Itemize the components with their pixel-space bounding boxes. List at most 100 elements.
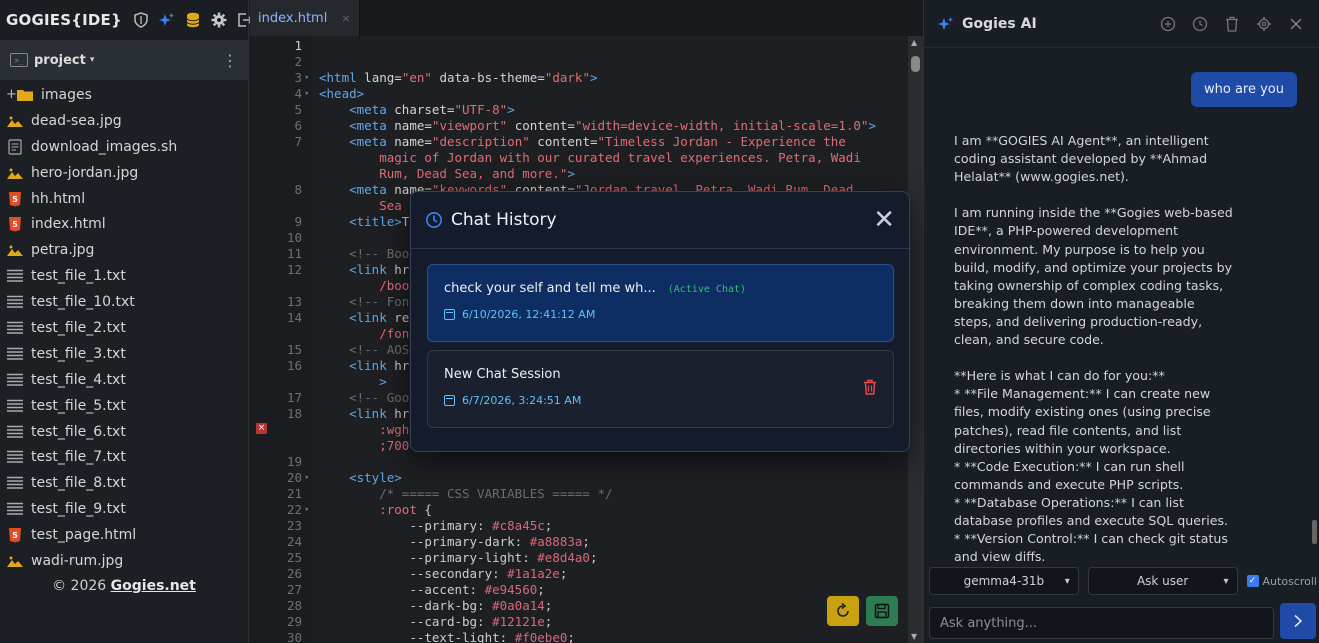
chat-scrollbar-thumb[interactable] bbox=[1312, 520, 1317, 544]
text-file-icon bbox=[6, 398, 24, 414]
script-file-icon bbox=[6, 139, 24, 155]
line-number: 12 bbox=[286, 262, 302, 277]
code-text: <!-- AOS bbox=[349, 342, 410, 357]
code-text: --accent: #e94560; bbox=[409, 582, 545, 597]
refresh-icon bbox=[837, 603, 849, 617]
file-item[interactable]: test_file_2.txt bbox=[0, 315, 248, 341]
trash-icon[interactable] bbox=[863, 379, 877, 399]
gear-icon[interactable] bbox=[1255, 15, 1273, 33]
file-name: hero-jordan.jpg bbox=[31, 164, 139, 181]
code-text: <link hr bbox=[349, 262, 410, 277]
calendar-icon bbox=[444, 309, 455, 320]
gogies-link[interactable]: Gogies.net bbox=[111, 578, 196, 594]
code-line: 6 <meta name="viewport" content="width=d… bbox=[250, 118, 908, 134]
new-chat-icon[interactable] bbox=[1159, 15, 1177, 33]
code-text: /fon bbox=[379, 326, 410, 341]
line-number: 10 bbox=[286, 230, 302, 245]
send-button[interactable] bbox=[1280, 603, 1316, 639]
fold-toggle-icon[interactable]: ▾ bbox=[304, 70, 309, 86]
autoscroll-toggle[interactable]: ✓ Autoscroll bbox=[1246, 574, 1317, 588]
file-item[interactable]: download_images.sh bbox=[0, 134, 248, 160]
mode-select[interactable]: Ask user ▾ bbox=[1087, 567, 1238, 595]
code-line: 21 /* ===== CSS VARIABLES ===== */ bbox=[250, 486, 908, 502]
folder-item[interactable]: + images bbox=[0, 82, 248, 108]
copyright-text: © 2026 bbox=[52, 577, 111, 594]
floppy-icon bbox=[874, 603, 890, 619]
file-item[interactable]: petra.jpg bbox=[0, 237, 248, 263]
code-text: --primary-dark: #a8883a; bbox=[409, 534, 590, 549]
shield-icon[interactable] bbox=[132, 11, 150, 29]
line-number: 24 bbox=[286, 534, 302, 549]
file-item[interactable]: test_file_6.txt bbox=[0, 419, 248, 445]
file-item[interactable]: hero-jordan.jpg bbox=[0, 160, 248, 186]
tab-close-icon[interactable]: × bbox=[341, 12, 350, 25]
gear-icon[interactable] bbox=[210, 11, 228, 29]
scrollbar-thumb[interactable] bbox=[911, 56, 920, 72]
file-item[interactable]: test_file_1.txt bbox=[0, 263, 248, 289]
code-text: <link hr bbox=[349, 358, 410, 373]
database-icon[interactable] bbox=[184, 11, 202, 29]
file-name: hh.html bbox=[31, 190, 86, 207]
ai-title: Gogies AI bbox=[962, 15, 1037, 32]
ai-prompt-input[interactable]: Ask anything... bbox=[929, 607, 1274, 639]
modal-close-button[interactable]: ✕ bbox=[873, 207, 895, 233]
line-number: 20 bbox=[286, 470, 302, 485]
code-line: 3 ▾ <html lang="en" data-bs-theme="dark"> bbox=[250, 70, 908, 86]
model-select[interactable]: gemma4-31b ▾ bbox=[929, 567, 1079, 595]
code-text: <meta name="viewport" content="width=dev… bbox=[349, 118, 876, 133]
reload-button[interactable] bbox=[827, 596, 859, 626]
fold-toggle-icon[interactable]: ▾ bbox=[304, 470, 309, 486]
history-item-active[interactable]: check your self and tell me wh... (Active… bbox=[427, 264, 894, 342]
file-item[interactable]: test_file_7.txt bbox=[0, 444, 248, 470]
code-line: 29 --card-bg: #12121e; bbox=[250, 614, 908, 630]
file-name: test_file_7.txt bbox=[31, 449, 126, 466]
code-text: ;700 bbox=[379, 438, 410, 453]
mode-value: Ask user bbox=[1136, 574, 1189, 588]
fold-toggle-icon[interactable]: ▾ bbox=[304, 86, 309, 102]
save-button[interactable] bbox=[866, 596, 898, 626]
history-icon[interactable] bbox=[1191, 15, 1209, 33]
file-name: test_file_5.txt bbox=[31, 397, 126, 414]
scroll-down-icon[interactable]: ▼ bbox=[911, 632, 917, 641]
file-item[interactable]: test_file_8.txt bbox=[0, 470, 248, 496]
fold-toggle-icon[interactable]: ▾ bbox=[304, 502, 309, 518]
tab-index-html[interactable]: index.html × bbox=[250, 0, 360, 36]
file-item[interactable]: test_file_3.txt bbox=[0, 341, 248, 367]
code-text: <!-- Boo bbox=[349, 246, 410, 261]
file-name: images bbox=[41, 86, 92, 103]
code-text: <meta name="description" content="Timele… bbox=[349, 134, 846, 149]
file-item[interactable]: 5 hh.html bbox=[0, 186, 248, 212]
code-line: 20 ▾ <style> bbox=[250, 470, 908, 486]
line-number: 19 bbox=[286, 454, 302, 469]
history-item[interactable]: New Chat Session 6/7/2026, 3:24:51 AM bbox=[427, 350, 894, 428]
history-title: check your self and tell me wh... bbox=[444, 281, 656, 296]
code-line: 28 --dark-bg: #0a0a14; bbox=[250, 598, 908, 614]
text-file-icon bbox=[6, 346, 24, 362]
code-line: magic of Jordan with our curated travel … bbox=[250, 150, 908, 166]
brand-toolbar bbox=[132, 11, 254, 29]
file-item[interactable]: 5 index.html bbox=[0, 211, 248, 237]
file-item[interactable]: test_file_5.txt bbox=[0, 393, 248, 419]
file-item[interactable]: wadi-rum.jpg bbox=[0, 548, 248, 574]
project-selector[interactable]: >_ project ▾ ⋮ bbox=[0, 40, 248, 80]
editor-scrollbar[interactable]: ▲ ▼ bbox=[908, 36, 923, 643]
error-marker-icon[interactable]: × bbox=[256, 423, 267, 434]
modal-title: Chat History bbox=[451, 210, 557, 230]
file-item[interactable]: test_file_4.txt bbox=[0, 367, 248, 393]
trash-icon[interactable] bbox=[1223, 15, 1241, 33]
project-menu-button[interactable]: ⋮ bbox=[222, 51, 238, 70]
code-line: 26 --secondary: #1a1a2e; bbox=[250, 566, 908, 582]
file-item[interactable]: test_file_9.txt bbox=[0, 496, 248, 522]
active-chat-badge: (Active Chat) bbox=[667, 284, 747, 295]
file-item[interactable]: dead-sea.jpg bbox=[0, 108, 248, 134]
sparkle-icon[interactable] bbox=[158, 11, 176, 29]
file-item[interactable]: test_file_10.txt bbox=[0, 289, 248, 315]
expand-icon[interactable]: + bbox=[6, 87, 17, 102]
project-name: project bbox=[34, 52, 86, 68]
file-name: test_file_6.txt bbox=[31, 423, 126, 440]
scroll-up-icon[interactable]: ▲ bbox=[911, 38, 917, 47]
close-icon[interactable] bbox=[1287, 15, 1305, 33]
file-item[interactable]: 5 test_page.html bbox=[0, 522, 248, 548]
autoscroll-label: Autoscroll bbox=[1262, 574, 1317, 588]
checkbox-checked-icon[interactable]: ✓ bbox=[1246, 575, 1259, 587]
